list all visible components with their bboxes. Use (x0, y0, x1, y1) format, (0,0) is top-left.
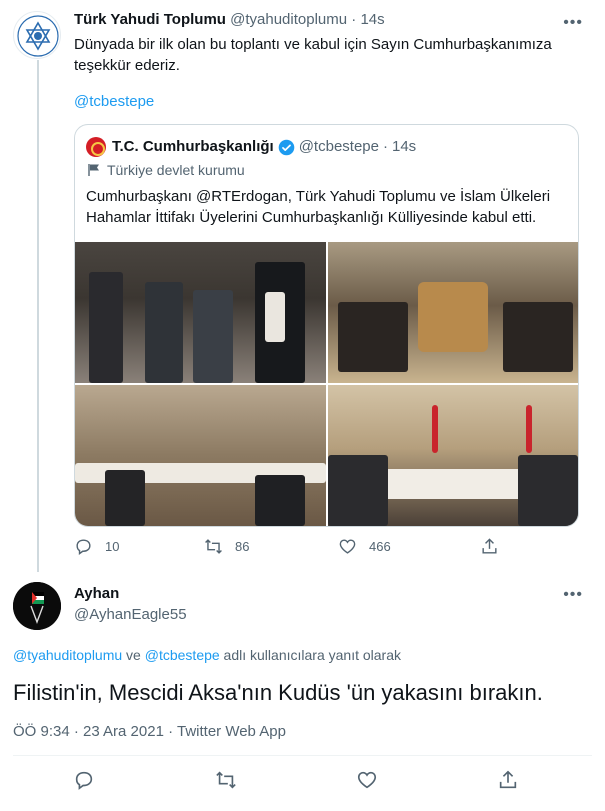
mention-link[interactable]: @tcbestepe (74, 93, 154, 110)
tweet-text-line: Dünyada bir ilk olan bu toplantı ve kabu… (74, 36, 552, 53)
like-count: 466 (369, 539, 391, 554)
quoted-tweet-header: T.C. Cumhurbaşkanlığı @tcbestepe · 14s (86, 137, 416, 157)
reply-author-name[interactable]: Ayhan (74, 585, 119, 602)
photo-table-discussion[interactable] (75, 385, 326, 526)
tweet-text: Dünyada bir ilk olan bu toplantı ve kabu… (74, 34, 574, 76)
government-label-text: Türkiye devlet kurumu (107, 162, 245, 178)
reply-to-suffix: adlı kullanıcılara yanıt olarak (219, 647, 401, 663)
heart-icon (339, 539, 356, 554)
photo-presidential-meeting[interactable] (328, 385, 578, 526)
more-options-icon[interactable]: ••• (563, 586, 583, 604)
reply-author-handle[interactable]: @AyhanEagle55 (74, 606, 187, 623)
like-button[interactable]: 466 (338, 537, 391, 556)
reply-tweet[interactable]: Ayhan @AyhanEagle55 ••• @tyahuditoplumu … (0, 572, 605, 811)
photo-grid (75, 242, 578, 526)
reply-to-user-link[interactable]: @tcbestepe (145, 647, 220, 663)
separator-dot: · (351, 11, 357, 28)
photo-meeting-hall[interactable] (328, 242, 578, 383)
reply-to-and: ve (122, 647, 145, 663)
tweet[interactable]: Türk Yahudi Toplumu @tyahuditoplumu · 14… (0, 0, 605, 572)
avatar[interactable] (13, 582, 61, 630)
retweet-icon (216, 771, 236, 789)
tweet-time[interactable]: 14s (360, 11, 384, 28)
reply-to-user-link[interactable]: @tyahuditoplumu (13, 647, 122, 663)
flag-icon (88, 164, 99, 176)
share-icon (499, 770, 517, 789)
reply-text: Filistin'in, Mescidi Aksa'nın Kudüs 'ün … (13, 680, 543, 705)
retweet-icon (205, 539, 222, 554)
author-handle[interactable]: @tyahuditoplumu (230, 11, 347, 28)
retweet-count: 86 (235, 539, 250, 554)
avatar[interactable] (13, 11, 61, 59)
quoted-tweet-text: Cumhurbaşkanı @RTErdogan, Türk Yahudi To… (86, 188, 551, 226)
reply-icon (76, 539, 91, 556)
reply-context: @tyahuditoplumu ve @tcbestepe adlı kulla… (13, 647, 401, 663)
tweet-action-bar: 10 86 466 (74, 537, 514, 559)
eagle-flag-avatar-icon (13, 582, 61, 630)
quoted-tweet-card[interactable]: T.C. Cumhurbaşkanlığı @tcbestepe · 14s T… (74, 124, 579, 527)
retweet-button[interactable]: 86 (204, 537, 249, 556)
retweet-button[interactable] (215, 769, 237, 796)
share-button[interactable] (497, 769, 519, 796)
reply-icon (75, 771, 93, 790)
heart-icon (357, 771, 377, 789)
presidency-logo-icon[interactable] (86, 137, 106, 157)
separator-dot: · (382, 138, 388, 155)
like-button[interactable] (356, 769, 378, 796)
more-options-icon[interactable]: ••• (563, 14, 583, 32)
verified-badge-icon (278, 139, 294, 155)
tweet-header: Türk Yahudi Toplumu @tyahuditoplumu · 14… (74, 11, 385, 29)
quoted-author-name[interactable]: T.C. Cumhurbaşkanlığı (112, 137, 274, 157)
quoted-tweet-time[interactable]: 14s (392, 137, 416, 157)
government-label: Türkiye devlet kurumu (88, 162, 245, 178)
share-button[interactable] (480, 537, 511, 556)
organization-logo-icon (17, 15, 59, 57)
reply-button[interactable] (73, 769, 95, 796)
reply-count: 10 (105, 539, 120, 554)
reply-action-bar (0, 769, 605, 795)
share-icon (482, 538, 497, 554)
photo-meeting-standing[interactable] (75, 242, 326, 383)
divider (13, 755, 592, 756)
reply-button[interactable]: 10 (74, 537, 119, 556)
author-name[interactable]: Türk Yahudi Toplumu (74, 11, 226, 28)
tweet-text-line: teşekkür ederiz. (74, 57, 180, 74)
quoted-author-handle[interactable]: @tcbestepe (299, 137, 379, 157)
reply-timestamp[interactable]: ÖÖ 9:34 · 23 Ara 2021 · Twitter Web App (13, 723, 286, 740)
